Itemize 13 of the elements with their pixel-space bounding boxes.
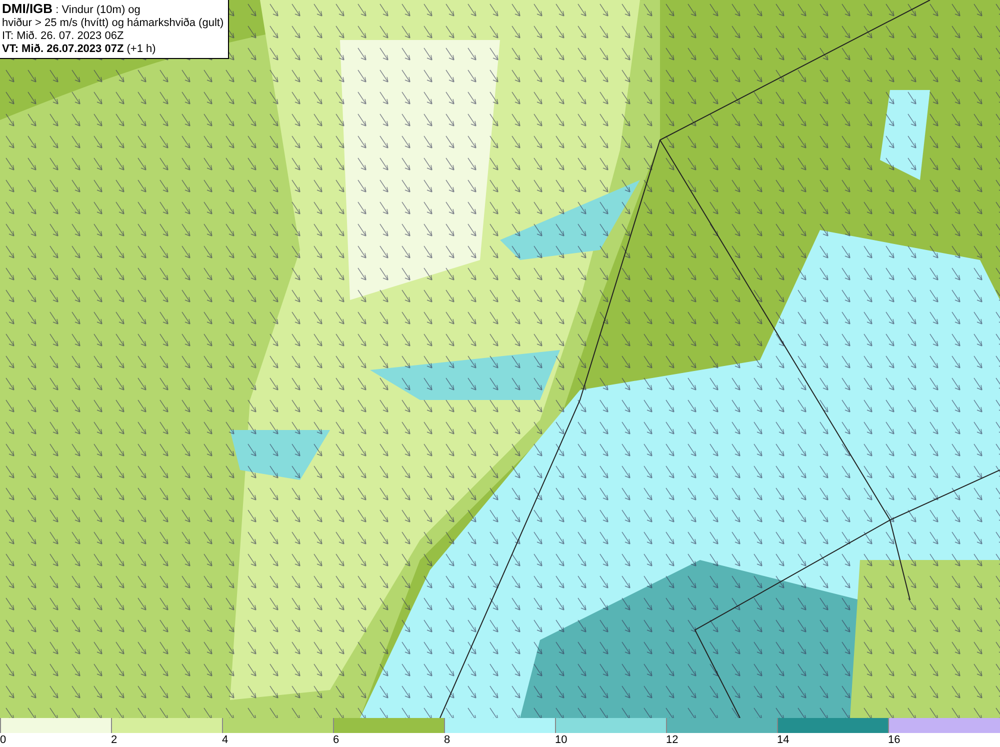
legend-label: 4 xyxy=(222,733,228,747)
legend-label: 12 xyxy=(666,733,678,747)
legend-label: 0 xyxy=(0,733,6,747)
legend-label: 14 xyxy=(777,733,790,747)
legend-label: 10 xyxy=(555,733,568,747)
title-text: DMI/IGB : Vindur (10m) og xyxy=(2,2,142,17)
legend-label: 8 xyxy=(444,733,450,747)
legend-label: 6 xyxy=(333,733,340,747)
legend-label: 16 xyxy=(888,733,900,747)
legend-label: 2 xyxy=(111,733,118,747)
title-text: IT: Mið. 26. 07. 2023 06Z xyxy=(2,30,125,43)
title-text: VT: Mið. 26.07.2023 07Z (+1 h) xyxy=(2,43,157,56)
title-text: hviður > 25 m/s (hvítt) og hámarkshviða (gult) xyxy=(2,17,224,30)
